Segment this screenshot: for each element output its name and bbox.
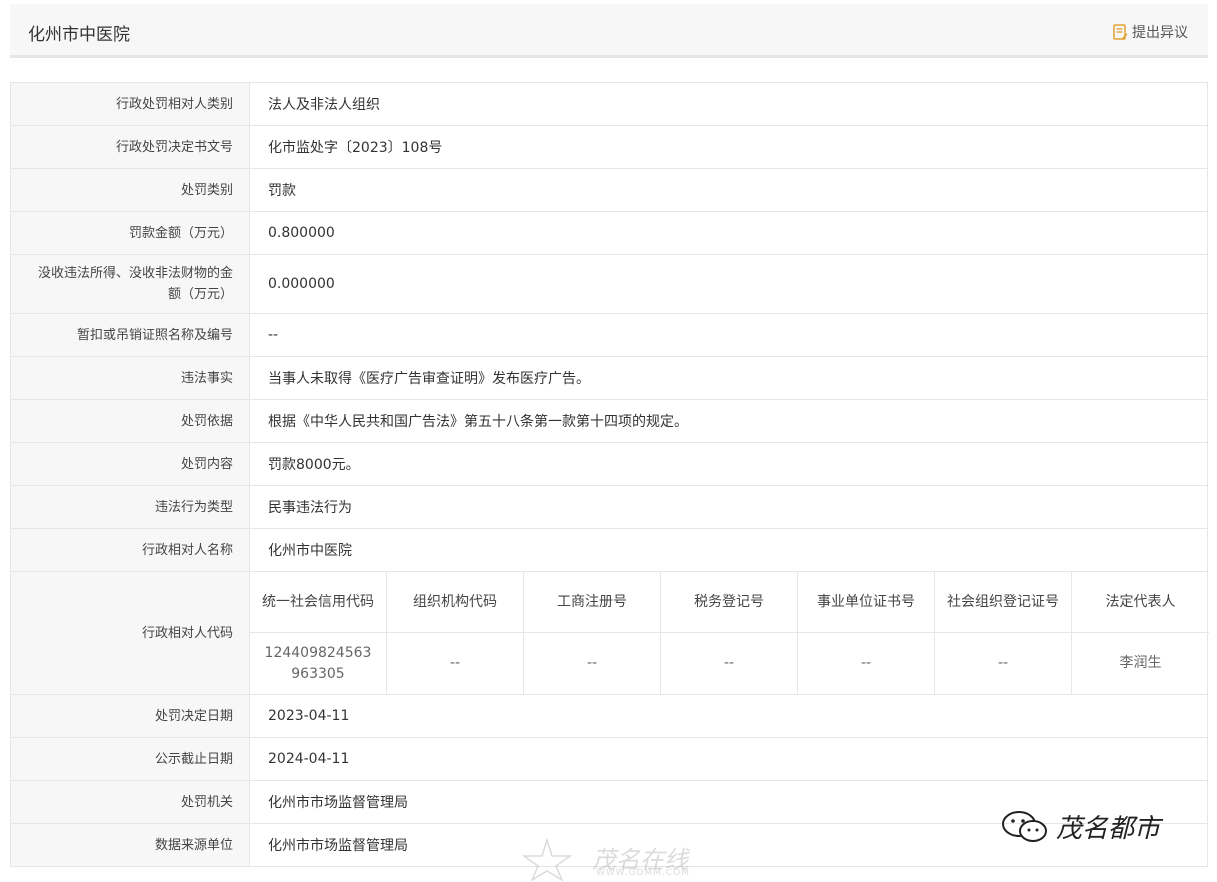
row-value: 0.000000: [268, 276, 335, 292]
code-header-cell: 统一社会信用代码: [250, 572, 387, 632]
objection-label: 提出异议: [1132, 25, 1188, 41]
table-row: 处罚类别 罚款: [11, 169, 1207, 212]
code-header-cell: 事业单位证书号: [798, 572, 935, 632]
page-header: 化州市中医院 提出异议: [10, 4, 1208, 58]
code-header-cell: 税务登记号: [661, 572, 798, 632]
row-label: 罚款金额（万元）: [11, 212, 250, 254]
penalty-info-table: 行政处罚相对人类别 法人及非法人组织 行政处罚决定书文号 化市监处字〔2023〕…: [10, 82, 1209, 867]
row-label: 没收违法所得、没收非法财物的金额（万元）: [11, 255, 250, 313]
page-title: 化州市中医院: [28, 25, 130, 45]
table-row: 违法事实 当事人未取得《医疗广告审查证明》发布医疗广告。: [11, 357, 1207, 400]
code-header-cell: 工商注册号: [524, 572, 661, 632]
row-label: 行政处罚决定书文号: [11, 126, 250, 168]
row-label: 数据来源单位: [11, 824, 250, 866]
watermark-right-text: 茂名都市: [1056, 814, 1161, 844]
table-row: 违法行为类型 民事违法行为: [11, 486, 1207, 529]
table-row: 没收违法所得、没收非法财物的金额（万元） 0.000000: [11, 255, 1207, 314]
code-value-cell: 124409824563963305: [250, 633, 387, 694]
table-row: 处罚决定日期 2023-04-11: [11, 695, 1207, 738]
code-header-cell: 法定代表人: [1105, 593, 1176, 610]
code-subtable-header: 统一社会信用代码 组织机构代码 工商注册号 税务登记号 事业单位证书号 社会组织…: [250, 572, 1209, 633]
code-header-cell: 组织机构代码: [387, 572, 524, 632]
code-value-cell: --: [798, 633, 935, 694]
star-logo-icon: [521, 838, 573, 882]
row-label: 处罚依据: [11, 400, 250, 442]
code-value-cell: --: [661, 633, 798, 694]
table-row: 行政相对人名称 化州市中医院: [11, 529, 1207, 572]
code-subtable: 统一社会信用代码 组织机构代码 工商注册号 税务登记号 事业单位证书号 社会组织…: [250, 572, 1209, 694]
table-row: 行政处罚相对人类别 法人及非法人组织: [11, 83, 1207, 126]
code-section-row: 行政相对人代码 统一社会信用代码 组织机构代码 工商注册号 税务登记号 事业单位…: [11, 572, 1209, 695]
code-subtable-values: 124409824563963305 -- -- -- -- -- 李润生: [250, 633, 1209, 694]
row-label: 处罚类别: [11, 169, 250, 211]
objection-button[interactable]: 提出异议: [1113, 22, 1188, 42]
row-label: 行政相对人名称: [11, 529, 250, 571]
row-value: 罚款: [268, 183, 296, 199]
row-value: 当事人未取得《医疗广告审查证明》发布医疗广告。: [268, 371, 590, 387]
table-row: 处罚依据 根据《中华人民共和国广告法》第五十八条第一款第十四项的规定。: [11, 400, 1207, 443]
document-edit-icon: [1113, 23, 1128, 40]
row-label: 违法行为类型: [11, 486, 250, 528]
row-label: 行政相对人代码: [11, 572, 250, 694]
row-label: 处罚决定日期: [11, 695, 250, 737]
row-value: 法人及非法人组织: [268, 97, 380, 113]
table-row: 暂扣或吊销证照名称及编号 --: [11, 314, 1207, 357]
row-label: 处罚机关: [11, 781, 250, 823]
row-value: 民事违法行为: [268, 500, 352, 516]
row-label: 公示截止日期: [11, 738, 250, 780]
table-row: 行政处罚决定书文号 化市监处字〔2023〕108号: [11, 126, 1207, 169]
row-value: --: [268, 327, 279, 343]
row-label: 违法事实: [11, 357, 250, 399]
code-header-cell: 社会组织登记证号: [935, 572, 1072, 632]
row-value: 2024-04-11: [268, 751, 350, 767]
table-row: 公示截止日期 2024-04-11: [11, 738, 1207, 781]
row-label: 处罚内容: [11, 443, 250, 485]
code-value-cell: 李润生: [1119, 655, 1162, 671]
row-label: 行政处罚相对人类别: [11, 83, 250, 125]
row-value: 根据《中华人民共和国广告法》第五十八条第一款第十四项的规定。: [268, 414, 688, 430]
wechat-watermark: 茂名都市: [1000, 808, 1160, 845]
row-value: 化市监处字〔2023〕108号: [268, 140, 443, 156]
row-value: 0.800000: [268, 225, 335, 241]
site-watermark: 茂名在线 WWW.GDMM.COM: [512, 838, 712, 882]
code-value-cell: --: [387, 633, 524, 694]
row-value: 化州市中医院: [268, 543, 352, 559]
row-value: 罚款8000元。: [268, 457, 360, 473]
row-label: 暂扣或吊销证照名称及编号: [11, 314, 250, 356]
row-value: 2023-04-11: [268, 708, 350, 724]
table-row: 处罚内容 罚款8000元。: [11, 443, 1207, 486]
watermark-center-url: WWW.GDMM.COM: [596, 868, 690, 878]
code-value-cell: --: [524, 633, 661, 694]
code-value-cell: --: [935, 633, 1072, 694]
table-row: 罚款金额（万元） 0.800000: [11, 212, 1207, 255]
wechat-icon: [1002, 810, 1047, 842]
